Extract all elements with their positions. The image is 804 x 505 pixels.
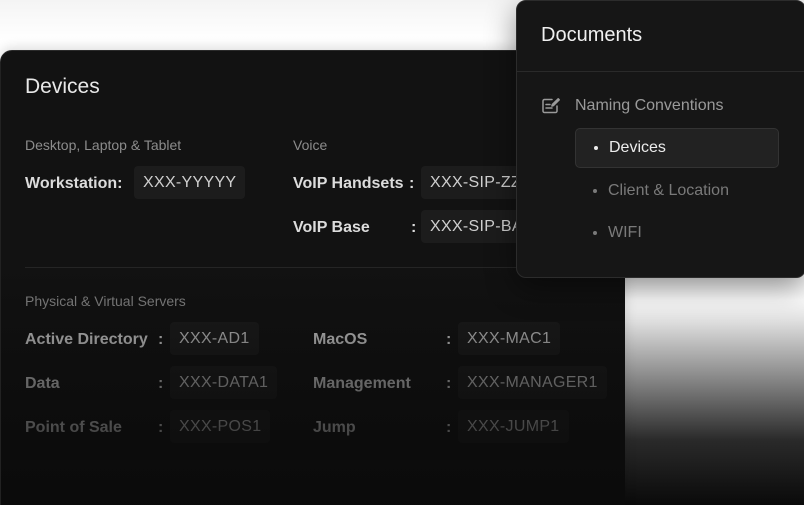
documents-divider	[517, 71, 804, 72]
colon: :	[158, 331, 164, 348]
value-macos: XXX-MAC1	[458, 322, 561, 355]
bullet-icon	[593, 189, 597, 193]
value-active-directory: XXX-AD1	[170, 322, 259, 355]
row-label-management: Management	[313, 375, 411, 392]
row-label-workstation: Workstation:	[25, 175, 123, 192]
colon: :	[409, 175, 415, 192]
nav-group-naming-conventions[interactable]: Naming Conventions	[541, 93, 724, 119]
value-point-of-sale: XXX-POS1	[170, 410, 271, 443]
row-label-jump: Jump	[313, 419, 356, 436]
colon: :	[446, 331, 452, 348]
section-label-desktop: Desktop, Laptop & Tablet	[25, 137, 182, 153]
nav-item-devices[interactable]: Devices	[575, 128, 779, 168]
nav-item-label: Devices	[609, 139, 666, 156]
colon: :	[158, 375, 164, 392]
bullet-icon	[594, 146, 598, 150]
row-label-data: Data	[25, 375, 60, 392]
documents-title: Documents	[541, 24, 643, 46]
colon: :	[158, 419, 164, 436]
row-label-point-of-sale: Point of Sale	[25, 419, 122, 436]
row-label-macos: MacOS	[313, 331, 368, 348]
section-label-voice: Voice	[293, 137, 328, 153]
section-label-servers: Physical & Virtual Servers	[25, 293, 186, 309]
nav-item-client-location[interactable]: Client & Location	[575, 171, 779, 211]
nav-group-label: Naming Conventions	[575, 97, 724, 114]
colon: :	[446, 375, 452, 392]
edit-document-icon	[542, 98, 560, 114]
value-voip-handsets: XXX-SIP-ZZ	[421, 166, 531, 199]
value-management: XXX-MANAGER1	[458, 366, 607, 399]
colon: :	[411, 219, 417, 236]
bullet-icon	[593, 231, 597, 235]
colon: :	[446, 419, 452, 436]
row-label-voip-base: VoIP Base	[293, 219, 370, 236]
value-jump: XXX-JUMP1	[458, 410, 569, 443]
devices-title: Devices	[25, 75, 100, 98]
value-data: XXX-DATA1	[170, 366, 278, 399]
value-workstation: XXX-YYYYY	[134, 166, 246, 199]
row-label-active-directory: Active Directory	[25, 331, 148, 348]
nav-item-wifi[interactable]: WIFI	[575, 213, 779, 253]
section-divider	[25, 267, 601, 268]
stage: Devices Desktop, Laptop & Tablet Worksta…	[0, 0, 804, 505]
documents-panel: Documents Naming Conventions Devices Cli…	[516, 0, 804, 278]
nav-item-label: WIFI	[608, 224, 642, 241]
row-label-voip-handsets: VoIP Handsets	[293, 175, 404, 192]
nav-item-label: Client & Location	[608, 182, 729, 199]
